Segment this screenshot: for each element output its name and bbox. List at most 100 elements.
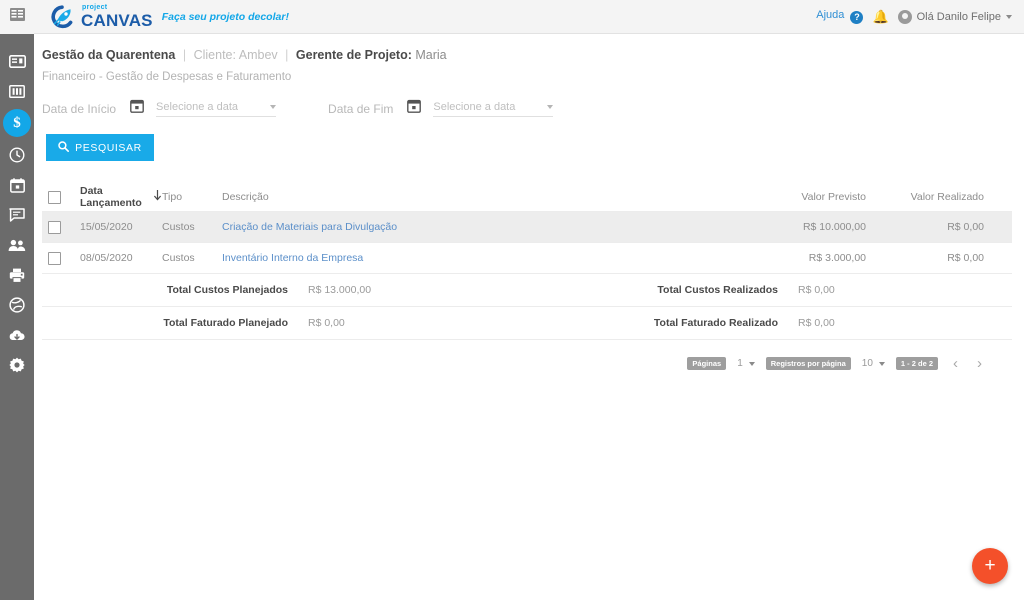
sidebar-item-print[interactable] xyxy=(0,260,34,290)
page-subtitle: Financeiro - Gestão de Despesas e Fatura… xyxy=(42,71,292,83)
total-faturado-planejado-value: R$ 0,00 xyxy=(308,317,345,329)
sidebar-item-calendar[interactable] xyxy=(0,170,34,200)
logo-project-text: project xyxy=(82,4,108,11)
project-name: Gestão da Quarentena xyxy=(42,48,176,62)
cell-description: Criação de Materiais para Divulgação xyxy=(222,221,776,233)
cell-previsto: R$ 10.000,00 xyxy=(802,221,866,233)
pages-badge: Páginas xyxy=(687,357,727,370)
pagination: Páginas 1 Registros por página 10 1 - 2 … xyxy=(42,340,1012,371)
calendar-icon xyxy=(9,177,25,193)
sidebar-item-financeiro[interactable]: $ xyxy=(0,106,34,140)
per-page-select[interactable]: 10 xyxy=(862,358,885,369)
totals-row: Total Custos Planejados R$ 13.000,00 Tot… xyxy=(42,274,1012,307)
column-header-previsto[interactable]: Valor Previsto xyxy=(776,191,894,203)
filter-bar: Data de Início Selecione a data Data de … xyxy=(34,83,1024,118)
sidebar-item-cloud[interactable] xyxy=(0,320,34,350)
chevron-down-icon xyxy=(270,104,277,109)
totals-row: Total Faturado Planejado R$ 0,00 Total F… xyxy=(42,307,1012,340)
cell-date: 08/05/2020 xyxy=(80,252,133,264)
top-bar: project CANVAS Faça seu projeto decolar!… xyxy=(34,0,1024,34)
sort-desc-arrow-icon xyxy=(153,190,162,204)
column-header-date[interactable]: Data Lançamento xyxy=(80,185,162,209)
cell-type: Custos xyxy=(162,252,195,264)
card-board-icon xyxy=(8,54,26,68)
page-title: Gestão da Quarentena | Cliente: Ambev | … xyxy=(42,48,1024,62)
chevron-left-icon[interactable]: ‹ xyxy=(949,356,962,371)
total-custos-planejados-label: Total Custos Planejados xyxy=(166,284,288,296)
sidebar-item-clock[interactable] xyxy=(0,140,34,170)
row-select-cell xyxy=(42,220,80,234)
column-header-date-label: Data Lançamento xyxy=(80,185,142,209)
help-link[interactable]: Ajuda ? xyxy=(816,9,864,24)
sidebar-item-settings[interactable] xyxy=(0,350,34,380)
select-all-cell xyxy=(42,190,80,204)
row-checkbox[interactable] xyxy=(48,220,61,234)
notification-bell-icon[interactable]: 🔔 xyxy=(872,9,888,25)
end-date-select[interactable]: Selecione a data xyxy=(433,100,554,117)
plus-icon: + xyxy=(984,555,996,576)
start-date-label: Data de Início xyxy=(42,101,117,116)
column-header-type[interactable]: Tipo xyxy=(162,191,222,203)
avatar xyxy=(897,9,912,24)
sidebar: $ xyxy=(0,0,34,600)
app-logo[interactable]: project CANVAS xyxy=(34,4,153,30)
row-select-cell xyxy=(42,251,80,265)
end-calendar-icon[interactable] xyxy=(407,99,422,118)
description-link[interactable]: Criação de Materiais para Divulgação xyxy=(222,221,397,233)
table-row[interactable]: 08/05/2020 Custos Inventário Interno da … xyxy=(42,243,1012,274)
range-badge: 1 - 2 de 2 xyxy=(895,357,938,370)
dashboard-grid-icon xyxy=(9,8,25,26)
search-button[interactable]: PESQUISAR xyxy=(46,134,154,161)
logo-canvas-text: CANVAS xyxy=(81,11,153,30)
total-custos-realizados-label: Total Custos Realizados xyxy=(657,284,778,296)
row-checkbox[interactable] xyxy=(48,251,61,265)
table-header-row: Data Lançamento Tipo Descrição Valor Pre… xyxy=(42,183,1012,212)
help-label: Ajuda xyxy=(816,9,845,22)
help-icon: ? xyxy=(850,10,864,24)
user-menu[interactable]: Olá Danilo Felipe xyxy=(897,9,1012,24)
columns-icon xyxy=(9,84,25,98)
select-all-checkbox[interactable] xyxy=(48,190,61,204)
end-date-value: Selecione a data xyxy=(433,100,516,113)
gear-icon xyxy=(9,357,25,373)
sidebar-item-board[interactable] xyxy=(0,46,34,76)
cell-description: Inventário Interno da Empresa xyxy=(222,252,776,264)
chevron-down-icon xyxy=(748,361,755,366)
page-title-block: Gestão da Quarentena | Cliente: Ambev | … xyxy=(34,34,1024,83)
dollar-icon: $ xyxy=(3,109,31,137)
per-page-badge: Registros por página xyxy=(765,357,851,370)
page-select[interactable]: 1 xyxy=(737,358,755,369)
search-button-label: PESQUISAR xyxy=(75,141,142,154)
chevron-down-icon xyxy=(1006,14,1012,19)
column-header-description[interactable]: Descrição xyxy=(222,191,776,203)
manager-label: Gerente de Projeto: xyxy=(295,48,412,62)
add-entry-button[interactable]: + xyxy=(972,548,1008,584)
users-icon xyxy=(8,239,26,252)
canvas-rocket-logo-icon xyxy=(48,4,78,30)
sidebar-item-columns[interactable] xyxy=(0,76,34,106)
table-row[interactable]: 15/05/2020 Custos Criação de Materiais p… xyxy=(42,212,1012,243)
user-greeting: Olá Danilo Felipe xyxy=(916,10,1001,23)
chevron-down-icon xyxy=(878,361,885,366)
sidebar-item-globe[interactable] xyxy=(0,290,34,320)
start-date-select[interactable]: Selecione a data xyxy=(156,100,277,117)
printer-icon xyxy=(9,268,25,283)
chevron-right-icon[interactable]: › xyxy=(973,356,986,371)
start-calendar-icon[interactable] xyxy=(130,99,144,118)
tagline: Faça seu projeto decolar! xyxy=(161,10,289,23)
chevron-down-icon xyxy=(547,104,554,109)
column-header-realizado[interactable]: Valor Realizado xyxy=(894,191,1012,203)
title-separator-2: | xyxy=(285,48,289,62)
total-faturado-realizado-label: Total Faturado Realizado xyxy=(653,317,778,329)
cell-previsto: R$ 3.000,00 xyxy=(808,252,866,264)
sidebar-item-chat[interactable] xyxy=(0,200,34,230)
cell-realizado: R$ 0,00 xyxy=(947,221,984,233)
description-link[interactable]: Inventário Interno da Empresa xyxy=(222,252,363,264)
client-label: Cliente: Ambev xyxy=(193,48,278,62)
cell-realizado: R$ 0,00 xyxy=(947,252,984,264)
per-page-value: 10 xyxy=(861,358,873,369)
title-separator-1: | xyxy=(182,48,187,62)
sidebar-menu-toggle[interactable] xyxy=(0,0,34,34)
start-date-value: Selecione a data xyxy=(156,100,238,113)
sidebar-item-users[interactable] xyxy=(0,230,34,260)
